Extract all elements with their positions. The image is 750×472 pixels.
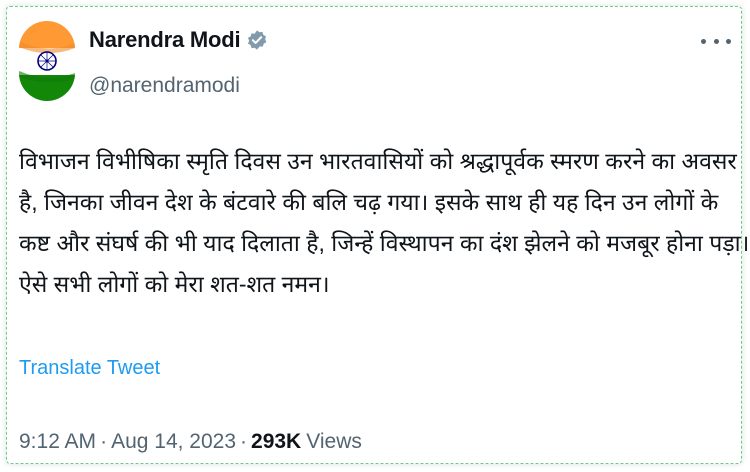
tweet-text-line: ऐसे सभी लोगों को मेरा शत-शत नमन।	[19, 271, 330, 297]
tweet-metadata: 9:12 AM · Aug 14, 2023 · 293K Views	[19, 430, 362, 454]
dot	[701, 38, 706, 44]
author-handle[interactable]: @narendramodi	[89, 74, 240, 98]
more-options-icon[interactable]	[701, 31, 731, 51]
tweet-card: Narendra Modi @narendramodi विभाजन विभीष…	[6, 6, 750, 464]
author-name[interactable]: Narendra Modi	[89, 27, 241, 53]
dot	[726, 38, 731, 44]
tweet-time[interactable]: 9:12 AM	[19, 430, 96, 454]
views-label: Views	[306, 430, 362, 453]
tweet-date[interactable]: Aug 14, 2023	[111, 430, 236, 454]
tweet-text: विभाजन विभीषिका स्मृति दिवस उन भारतवासिय…	[19, 141, 750, 305]
tweet-text-line: विभाजन विभीषिका स्मृति दिवस उन भारतवासिय…	[19, 148, 737, 174]
indian-flag-icon	[19, 21, 75, 101]
separator-dot: ·	[100, 430, 108, 453]
tweet-text-line: है, जिनका जीवन देश के बंटवारे की बलि चढ़…	[19, 189, 719, 215]
verified-badge-icon	[248, 30, 267, 50]
translate-tweet-link[interactable]: Translate Tweet	[19, 357, 160, 380]
author-name-row[interactable]: Narendra Modi	[89, 27, 268, 53]
avatar[interactable]	[19, 21, 75, 101]
dot	[713, 38, 719, 44]
views-count[interactable]: 293K	[251, 430, 301, 454]
separator-dot: ·	[240, 430, 248, 453]
tweet-text-line: कष्ट और संघर्ष की भी याद दिलाता है, जिन्…	[19, 230, 750, 256]
